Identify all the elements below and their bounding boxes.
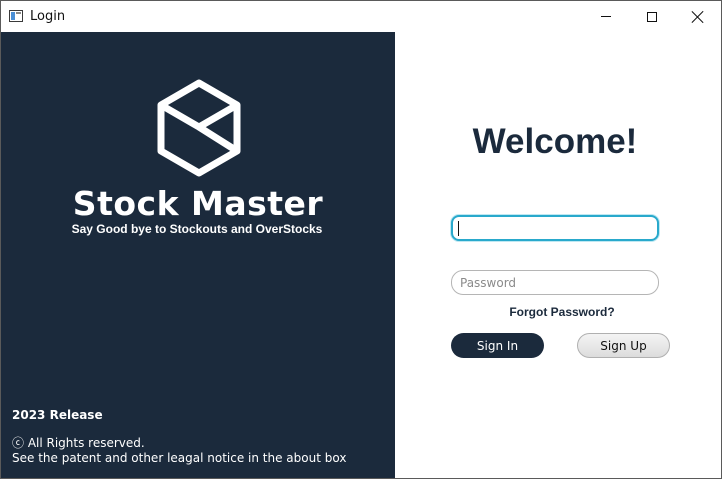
brand-tagline: Say Good bye to Stockouts and OverStocks — [71, 222, 323, 236]
username-input[interactable] — [451, 215, 659, 241]
maximize-icon — [647, 11, 657, 22]
rights-text: ⓒ All Rights reserved. — [12, 436, 145, 450]
close-icon — [692, 11, 704, 23]
cube-logo-icon — [157, 79, 241, 177]
brand-panel: Stock Master Say Good bye to Stockouts a… — [1, 32, 395, 478]
maximize-button[interactable] — [629, 1, 675, 32]
close-button[interactable] — [675, 1, 721, 32]
app-window-icon — [9, 10, 23, 22]
sign-up-button[interactable]: Sign Up — [577, 333, 670, 358]
login-panel: Welcome! Forgot Password? Sign In Sign U… — [395, 32, 721, 478]
minimize-icon — [601, 16, 611, 17]
login-window: Login Stock Master Say Good bye to Stock… — [0, 0, 722, 479]
welcome-heading: Welcome! — [472, 122, 638, 161]
window-title: Login — [30, 9, 66, 24]
text-caret — [458, 221, 459, 236]
brand-name: Stock Master — [72, 184, 324, 223]
legal-notice: See the patent and other leagal notice i… — [12, 451, 347, 465]
forgot-password-link[interactable]: Forgot Password? — [451, 305, 673, 319]
release-label: 2023 Release — [12, 408, 103, 422]
sign-in-button[interactable]: Sign In — [451, 333, 544, 358]
title-bar[interactable]: Login — [1, 1, 721, 32]
minimize-button[interactable] — [583, 1, 629, 32]
password-input[interactable] — [451, 270, 659, 295]
